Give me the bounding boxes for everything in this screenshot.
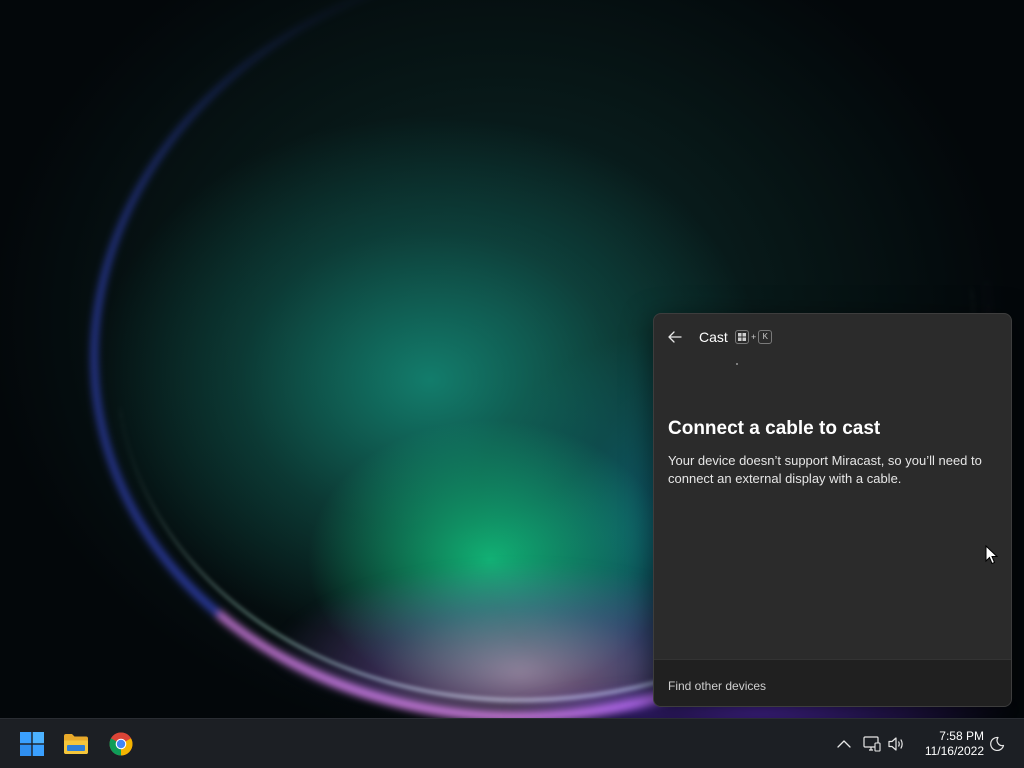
file-explorer-button[interactable]: [61, 729, 91, 759]
focus-assist-button[interactable]: [987, 734, 1007, 754]
folder-icon: [64, 734, 88, 754]
back-button[interactable]: [664, 324, 686, 350]
taskbar: 7:58 PM 11/16/2022: [0, 718, 1024, 768]
cast-footer: Find other devices: [654, 659, 1011, 706]
cast-header: Cast + K: [654, 314, 1011, 360]
loading-indicator: [736, 363, 738, 365]
clock-time: 7:58 PM: [939, 729, 984, 743]
clock[interactable]: 7:58 PM 11/16/2022: [912, 729, 984, 759]
chrome-icon: [109, 732, 133, 756]
volume-icon: [888, 737, 903, 751]
cast-title: Cast: [699, 329, 728, 345]
network-button[interactable]: [862, 734, 882, 754]
chevron-up-icon: [837, 740, 851, 748]
shortcut-key-k: K: [758, 330, 773, 344]
win-key-icon: [735, 330, 749, 344]
cast-description: Your device doesn’t support Miracast, so…: [668, 453, 982, 486]
find-other-devices-link[interactable]: Find other devices: [668, 679, 766, 693]
cast-heading: Connect a cable to cast: [668, 418, 881, 439]
windows-logo-icon: [20, 732, 44, 756]
show-hidden-icons-button[interactable]: [834, 734, 854, 754]
mouse-cursor-icon: [985, 545, 999, 565]
shortcut-plus: +: [751, 332, 757, 342]
arrow-left-icon: [668, 331, 682, 343]
network-icon: [863, 736, 881, 752]
clock-date: 11/16/2022: [924, 744, 984, 758]
cast-flyout: Cast + K Connect a cable to cast Your de…: [653, 313, 1012, 707]
chrome-button[interactable]: [106, 729, 136, 759]
focus-moon-icon: [990, 736, 1005, 752]
start-button[interactable]: [17, 729, 47, 759]
keyboard-shortcut-hint: + K: [735, 330, 773, 344]
volume-button[interactable]: [887, 734, 907, 754]
